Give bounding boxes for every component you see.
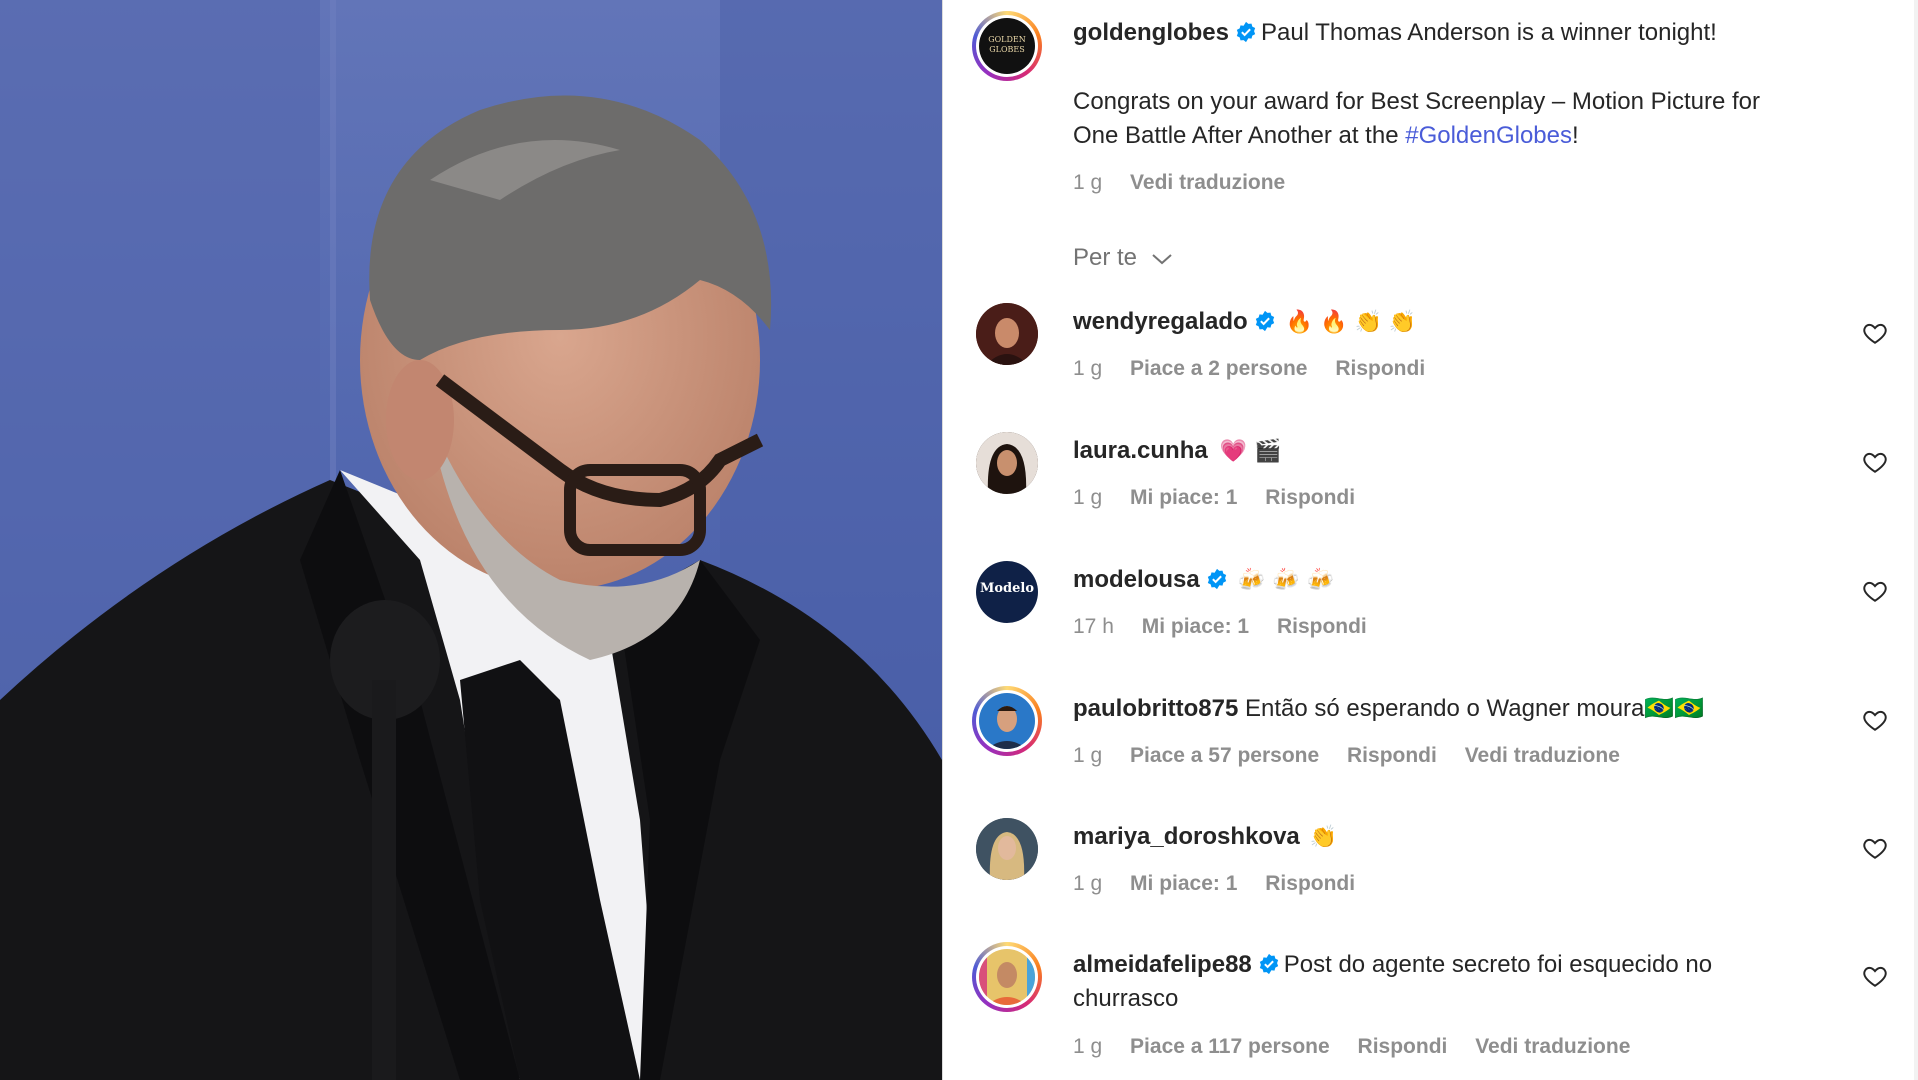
comment-text: Então só esperando o Wagner moura🇧🇷🇧🇷 bbox=[1245, 695, 1705, 722]
comment-likes[interactable]: Mi piace: 1 bbox=[1142, 615, 1249, 638]
heart-icon[interactable] bbox=[1862, 963, 1888, 989]
avatar[interactable] bbox=[972, 686, 1042, 756]
post-media[interactable] bbox=[0, 0, 942, 1080]
comment-time[interactable]: 17 h bbox=[1073, 615, 1114, 638]
post-translate-link[interactable]: Vedi traduzione bbox=[1130, 171, 1285, 194]
user-avatar-image bbox=[976, 818, 1038, 880]
post-username[interactable]: goldenglobes bbox=[1073, 19, 1229, 46]
heart-icon[interactable] bbox=[1862, 449, 1888, 475]
comment-username[interactable]: paulobritto875 bbox=[1073, 695, 1238, 722]
caption-end: ! bbox=[1572, 122, 1579, 149]
avatar[interactable] bbox=[976, 303, 1038, 365]
verified-badge-icon bbox=[1236, 21, 1256, 43]
comment-text: Post do agente secreto foi esquecido no bbox=[1283, 951, 1713, 978]
caption-line2a: Congrats on your award for Best Screenpl… bbox=[1073, 88, 1760, 115]
reply-button[interactable]: Rispondi bbox=[1277, 615, 1367, 638]
comment-likes[interactable]: Mi piace: 1 bbox=[1130, 872, 1237, 895]
post-author-avatar[interactable]: GOLDEN GLOBES bbox=[972, 11, 1042, 81]
reply-button[interactable]: Rispondi bbox=[1265, 486, 1355, 509]
comment-text: 🔥 🔥 👏 👏 bbox=[1285, 310, 1417, 335]
reply-button[interactable]: Rispondi bbox=[1265, 872, 1355, 895]
modelo-logo-text: Modelo bbox=[979, 581, 1035, 596]
comment-time[interactable]: 1 g bbox=[1073, 744, 1102, 767]
media-illustration bbox=[0, 0, 942, 1080]
comment-time[interactable]: 1 g bbox=[1073, 1035, 1102, 1058]
avatar[interactable] bbox=[976, 818, 1038, 880]
heart-icon[interactable] bbox=[1862, 320, 1888, 346]
comment-username[interactable]: laura.cunha bbox=[1073, 437, 1208, 464]
user-avatar-image bbox=[976, 432, 1038, 494]
comment-text-line2: churrasco bbox=[1073, 985, 1179, 1012]
comment-likes[interactable]: Piace a 117 persone bbox=[1130, 1035, 1330, 1058]
verified-badge-icon bbox=[1259, 953, 1278, 975]
comment-time[interactable]: 1 g bbox=[1073, 872, 1102, 895]
avatar[interactable] bbox=[976, 432, 1038, 494]
comment-username[interactable]: almeidafelipe88 bbox=[1073, 951, 1252, 978]
comment-likes[interactable]: Piace a 57 persone bbox=[1130, 744, 1319, 767]
comment-text: 💗 🎬 bbox=[1219, 439, 1282, 464]
comment-text: 🍻 🍻 🍻 bbox=[1237, 568, 1334, 593]
user-avatar-image bbox=[976, 303, 1038, 365]
heart-icon[interactable] bbox=[1862, 707, 1888, 733]
verified-badge-icon bbox=[1255, 310, 1274, 332]
verified-badge-icon bbox=[1207, 568, 1226, 590]
reply-button[interactable]: Rispondi bbox=[1335, 357, 1425, 380]
avatar[interactable] bbox=[972, 942, 1042, 1012]
comment-username[interactable]: wendyregalado bbox=[1073, 308, 1248, 335]
translate-link[interactable]: Vedi traduzione bbox=[1475, 1035, 1630, 1058]
instagram-post-view: GOLDEN GLOBES goldenglobes Paul Thomas An… bbox=[0, 0, 1918, 1080]
hashtag-link[interactable]: #GoldenGlobes bbox=[1405, 122, 1572, 149]
user-avatar-image bbox=[979, 949, 1035, 1005]
scrollbar[interactable] bbox=[1914, 0, 1918, 1080]
reply-button[interactable]: Rispondi bbox=[1347, 744, 1437, 767]
comment-time[interactable]: 1 g bbox=[1073, 357, 1102, 380]
user-avatar-image bbox=[979, 693, 1035, 749]
comment-username[interactable]: modelousa bbox=[1073, 566, 1200, 593]
comment-text: 👏 bbox=[1309, 825, 1338, 850]
comment-username[interactable]: mariya_doroshkova bbox=[1073, 823, 1300, 850]
sort-label: Per te bbox=[1073, 244, 1138, 271]
post-time[interactable]: 1 g bbox=[1073, 171, 1102, 194]
goldenglobes-logo: GOLDEN GLOBES bbox=[988, 35, 1026, 54]
caption-line2b: One Battle After Another at the bbox=[1073, 122, 1406, 149]
avatar[interactable]: Modelo bbox=[976, 561, 1038, 623]
caption-line1: Paul Thomas Anderson is a winner tonight… bbox=[1261, 19, 1717, 46]
translate-link[interactable]: Vedi traduzione bbox=[1465, 744, 1620, 767]
comment-time[interactable]: 1 g bbox=[1073, 486, 1102, 509]
heart-icon[interactable] bbox=[1862, 578, 1888, 604]
heart-icon[interactable] bbox=[1862, 835, 1888, 861]
comment-likes[interactable]: Mi piace: 1 bbox=[1130, 486, 1237, 509]
comment-likes[interactable]: Piace a 2 persone bbox=[1130, 357, 1307, 380]
reply-button[interactable]: Rispondi bbox=[1358, 1035, 1448, 1058]
comments-panel: GOLDEN GLOBES goldenglobes Paul Thomas An… bbox=[942, 0, 1918, 1080]
chevron-down-icon bbox=[1152, 253, 1172, 264]
